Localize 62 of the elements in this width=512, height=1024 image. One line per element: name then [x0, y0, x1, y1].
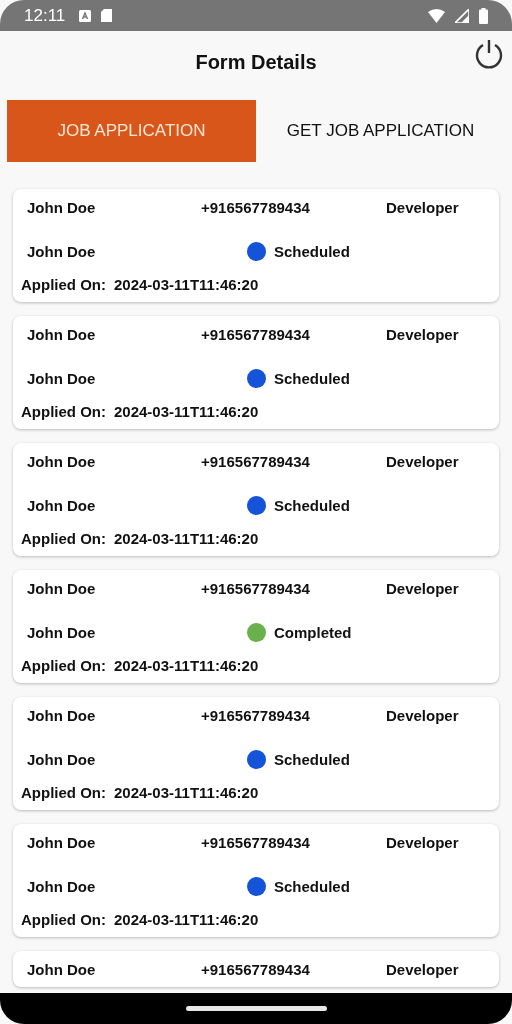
applicant-name: John Doe [27, 706, 97, 724]
status-label: Scheduled [274, 242, 350, 260]
contact-name: John Doe [27, 242, 97, 260]
keyboard-icon [79, 9, 92, 22]
applicant-name: John Doe [27, 325, 97, 343]
applied-date: 2024-03-11T11:46:20 [114, 275, 259, 293]
applicant-name: John Doe [27, 452, 97, 470]
status-label: Completed [274, 623, 352, 641]
status-label: Scheduled [274, 496, 350, 514]
applicant-name: John Doe [27, 198, 97, 216]
applied-label: Applied On: [21, 402, 106, 420]
application-card[interactable]: John Doe +916567789434 Developer John Doe Scheduled Applied On: 2024-03-11T11:46:20 [13, 189, 499, 302]
home-handle[interactable] [185, 1006, 327, 1011]
applied-label: Applied On: [21, 529, 106, 547]
job-role: Developer [386, 833, 459, 851]
power-icon[interactable] [473, 38, 505, 70]
battery-icon [479, 7, 488, 24]
applicant-name: John Doe [27, 579, 97, 597]
phone-number: +916567789434 [201, 833, 311, 851]
applied-date: 2024-03-11T11:46:20 [114, 656, 259, 674]
application-card[interactable]: John Doe +916567789434 Developer John Doe Scheduled Applied On: 2024-03-11T11:46:20 [13, 824, 499, 937]
applied-label: Applied On: [21, 275, 106, 293]
applied-date: 2024-03-11T11:46:20 [114, 529, 259, 547]
status-label: Scheduled [274, 750, 350, 768]
application-card[interactable]: John Doe +916567789434 Developer [13, 951, 499, 987]
contact-name: John Doe [27, 750, 97, 768]
applied-date: 2024-03-11T11:46:20 [114, 783, 259, 801]
application-card[interactable]: John Doe +916567789434 Developer John Doe Scheduled Applied On: 2024-03-11T11:46:20 [13, 443, 499, 556]
applied-date: 2024-03-11T11:46:20 [114, 402, 259, 420]
phone-number: +916567789434 [201, 579, 311, 597]
phone-number: +916567789434 [201, 960, 311, 978]
clock: 12:11 [24, 5, 66, 26]
sd-card-icon [101, 9, 113, 22]
status-label: Scheduled [274, 877, 350, 895]
job-role: Developer [386, 960, 459, 978]
applied-date: 2024-03-11T11:46:20 [114, 910, 259, 928]
applied-label: Applied On: [21, 783, 106, 801]
contact-name: John Doe [27, 877, 97, 895]
applicant-name: John Doe [27, 960, 97, 978]
page-title: Form Details [195, 50, 317, 74]
job-role: Developer [386, 706, 459, 724]
phone-number: +916567789434 [201, 706, 311, 724]
phone-number: +916567789434 [201, 452, 311, 470]
contact-name: John Doe [27, 496, 97, 514]
application-card[interactable]: John Doe +916567789434 Developer John Doe Scheduled Applied On: 2024-03-11T11:46:20 [13, 697, 499, 810]
phone-number: +916567789434 [201, 325, 311, 343]
application-card[interactable]: John Doe +916567789434 Developer John Doe Scheduled Applied On: 2024-03-11T11:46:20 [13, 316, 499, 429]
job-role: Developer [386, 198, 459, 216]
applied-label: Applied On: [21, 656, 106, 674]
wifi-icon [428, 8, 445, 23]
job-role: Developer [386, 325, 459, 343]
contact-name: John Doe [27, 369, 97, 387]
status-label: Scheduled [274, 369, 350, 387]
tab[interactable]: GET JOB APPLICATION [256, 100, 505, 162]
applicant-name: John Doe [27, 833, 97, 851]
signal-icon [455, 8, 469, 23]
phone-number: +916567789434 [201, 198, 311, 216]
job-role: Developer [386, 579, 459, 597]
application-card[interactable]: John Doe +916567789434 Developer John Doe Completed Applied On: 2024-03-11T11:46:20 [13, 570, 499, 683]
contact-name: John Doe [27, 623, 97, 641]
applied-label: Applied On: [21, 910, 106, 928]
job-role: Developer [386, 452, 459, 470]
